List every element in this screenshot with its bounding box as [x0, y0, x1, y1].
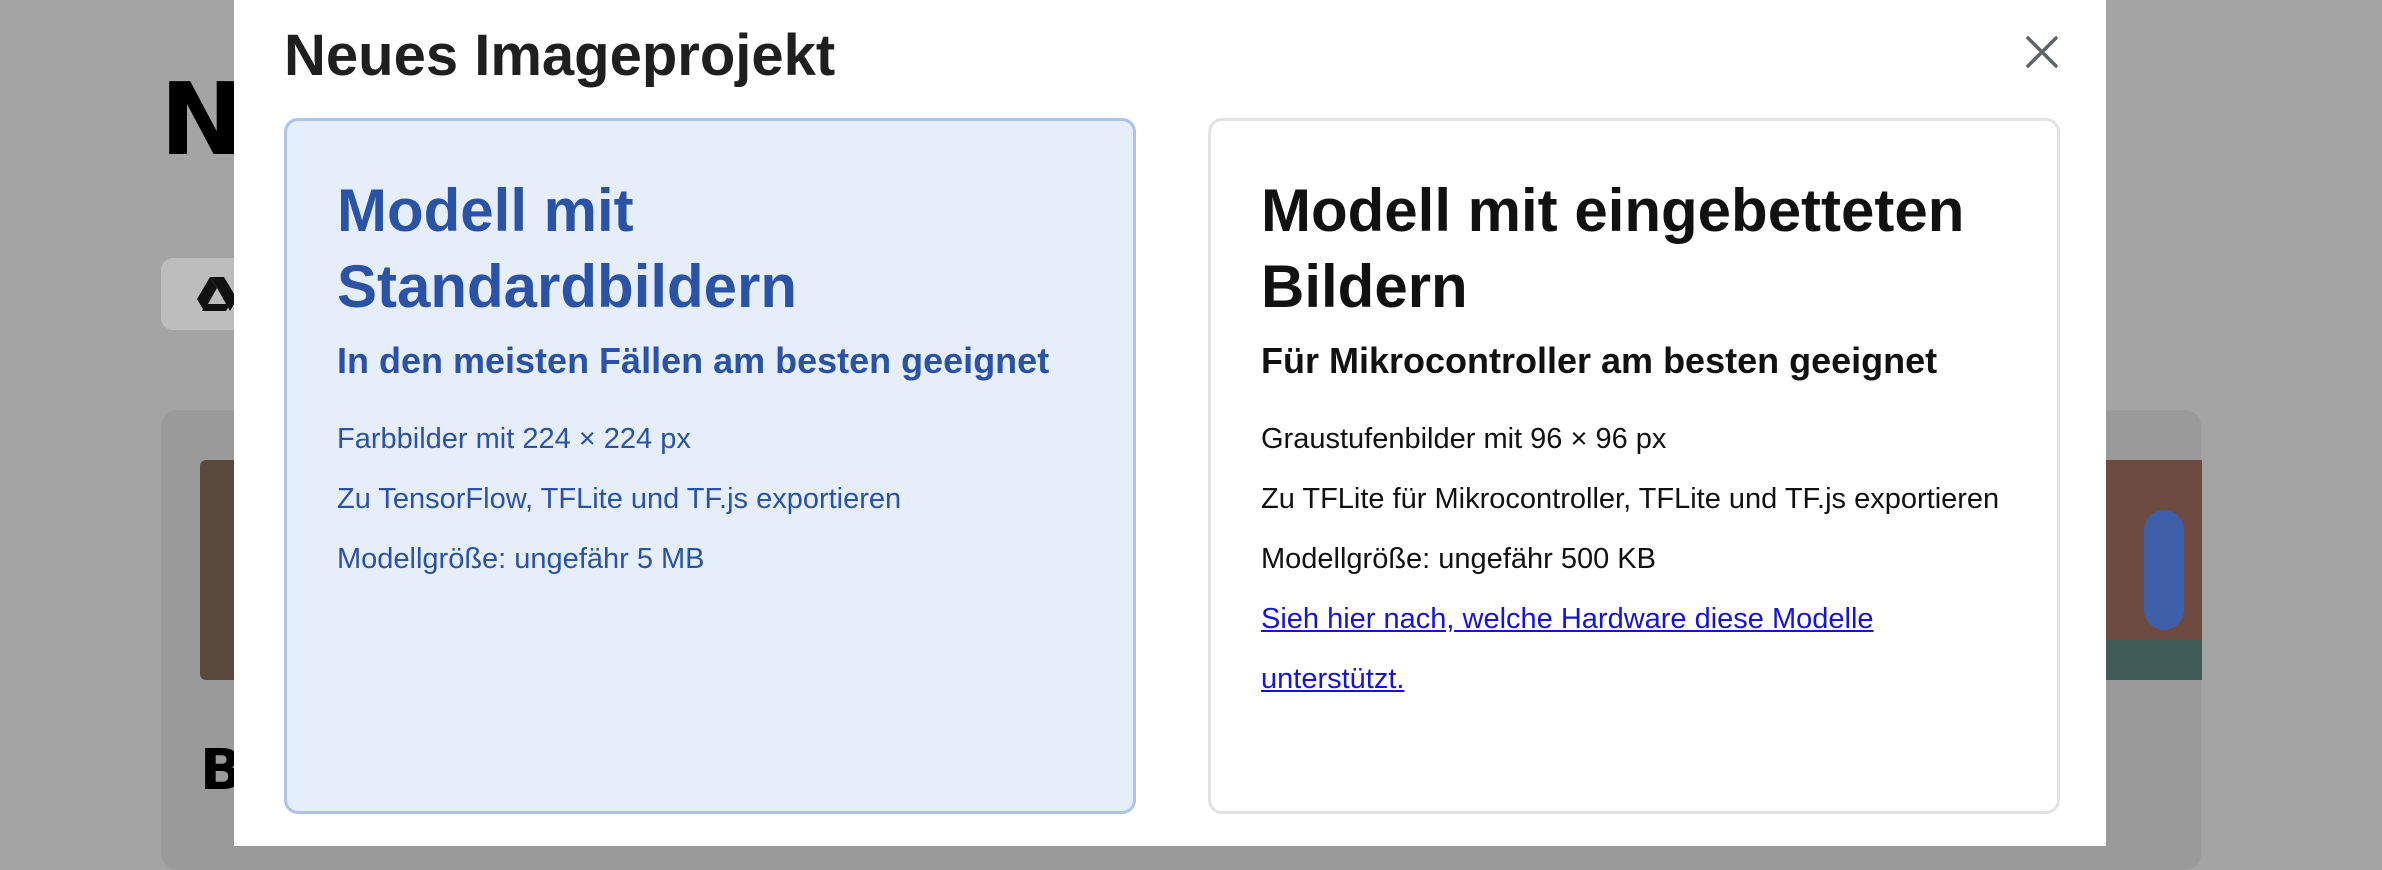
- option-title: Modell mit Standardbildern: [337, 177, 798, 320]
- option-feature: Zu TFLite für Mikrocontroller, TFLite un…: [1261, 483, 2000, 515]
- option-feature: Modellgröße: ungefähr 5 MB: [337, 543, 705, 575]
- close-button[interactable]: [2016, 26, 2068, 78]
- google-drive-icon: [197, 277, 237, 311]
- option-feature: Modellgröße: ungefähr 500 KB: [1261, 543, 1656, 575]
- option-feature: Zu TensorFlow, TFLite und TF.js exportie…: [337, 483, 902, 515]
- background-page-title: N: [160, 61, 244, 178]
- supported-hardware-link[interactable]: Sieh hier nach, welche Hardware diese Mo…: [1261, 589, 2007, 709]
- option-feature: Graustufenbilder mit 96 × 96 px: [1261, 423, 1667, 455]
- option-title: Modell mit eingebetteten Bildern: [1261, 177, 1965, 320]
- option-embedded-image-model[interactable]: Modell mit eingebetteten Bildern Für Mik…: [1208, 118, 2060, 814]
- option-standard-image-model[interactable]: Modell mit Standardbildern In den meiste…: [284, 118, 1136, 814]
- option-feature: Farbbilder mit 224 × 224 px: [337, 423, 691, 455]
- new-image-project-dialog: Neues Imageprojekt Modell mit Standardbi…: [234, 0, 2106, 846]
- close-icon: [2026, 36, 2058, 68]
- background-thumbnail: [2104, 460, 2202, 680]
- option-subtitle: Für Mikrocontroller am besten geeignet: [1261, 340, 1938, 381]
- dialog-title: Neues Imageprojekt: [284, 23, 836, 88]
- option-subtitle: In den meisten Fällen am besten geeignet: [337, 340, 1050, 381]
